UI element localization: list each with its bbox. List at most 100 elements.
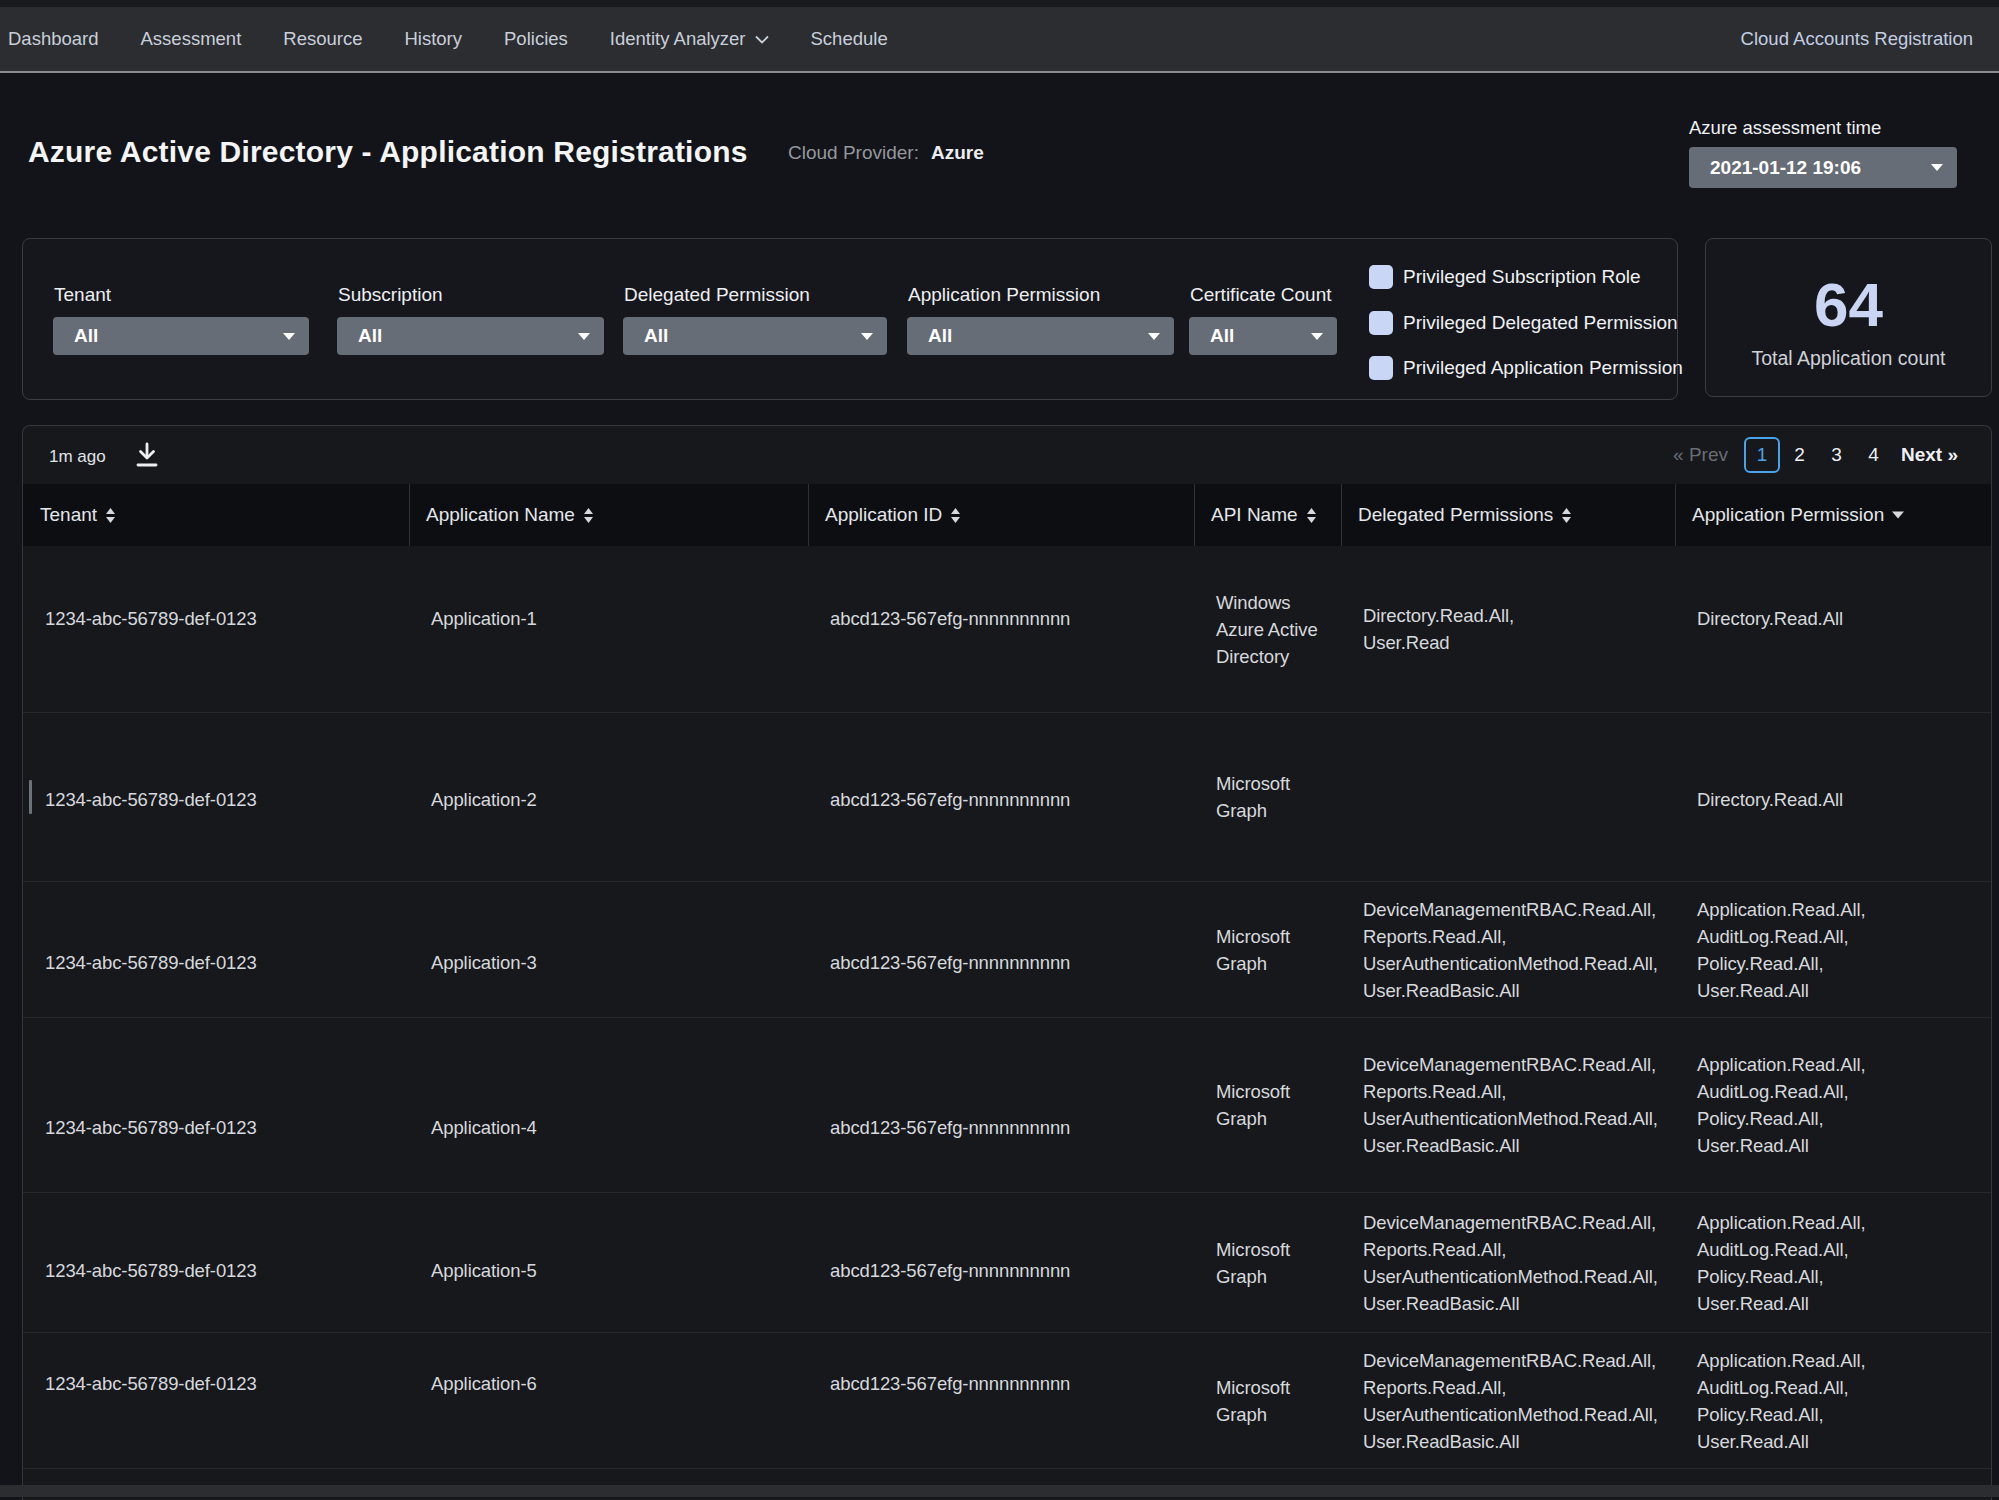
- checkbox-row-privileged-delegated-permission: Privileged Delegated Permission: [1369, 311, 1678, 335]
- total-count-caption: Total Application count: [1706, 347, 1991, 370]
- cell-app-name: Application-1: [409, 546, 808, 712]
- nav-item-dashboard[interactable]: Dashboard: [8, 28, 99, 50]
- cell-app-permission: Directory.Read.All: [1675, 546, 1991, 712]
- cell-delegated: DeviceManagementRBAC.Read.All, Reports.R…: [1341, 882, 1675, 1017]
- filter-label: Subscription: [338, 284, 443, 306]
- sort-icon: [105, 508, 116, 523]
- cell-api-name: Microsoft Graph: [1194, 1333, 1341, 1468]
- column-header-label: Delegated Permissions: [1358, 504, 1553, 526]
- cell-tenant: 1234-abc-56789-def-0123: [23, 1333, 409, 1468]
- cell-text: abcd123-567efg-nnnnnnnnnn: [830, 1257, 1070, 1284]
- cell-app-permission: Application.Read.All, AuditLog.Read.All,…: [1675, 1018, 1991, 1192]
- table-row-application-4: 1234-abc-56789-def-0123 Application-4 abcd…: [23, 1018, 1991, 1193]
- filter-label: Application Permission: [908, 284, 1100, 306]
- pagination-page-3[interactable]: 3: [1818, 444, 1855, 466]
- pagination-next[interactable]: Next »: [1901, 444, 1958, 466]
- cell-text: Microsoft Graph: [1216, 1078, 1290, 1132]
- cell-text: DeviceManagementRBAC.Read.All, Reports.R…: [1363, 1051, 1658, 1159]
- cell-text: Application-3: [431, 949, 537, 976]
- nav-item-identity-analyzer[interactable]: Identity Analyzer: [610, 28, 769, 50]
- nav-item-schedule[interactable]: Schedule: [811, 28, 888, 50]
- checkbox[interactable]: [1369, 265, 1393, 289]
- table-row-application-5: 1234-abc-56789-def-0123 Application-5 abcd…: [23, 1193, 1991, 1333]
- cell-text: 1234-abc-56789-def-0123: [45, 1370, 257, 1397]
- filter-select-certificate-count[interactable]: All: [1189, 317, 1337, 355]
- filter-select-tenant[interactable]: All: [53, 317, 309, 355]
- nav-item-resource[interactable]: Resource: [283, 28, 362, 50]
- cell-app-id: abcd123-567efg-nnnnnnnnnn: [808, 1018, 1194, 1192]
- cell-tenant: 1234-abc-56789-def-0123: [23, 546, 409, 712]
- nav-item-history[interactable]: History: [404, 28, 462, 50]
- filter-select-application-permission[interactable]: All: [907, 317, 1174, 355]
- cell-app-name: Application-3: [409, 882, 808, 1017]
- cell-api-name: Microsoft Graph: [1194, 1018, 1341, 1192]
- column-header-label: Application Name: [426, 504, 575, 526]
- sort-icon: [950, 508, 961, 523]
- cell-text: Directory.Read.All: [1697, 605, 1843, 632]
- column-header-label: Application ID: [825, 504, 942, 526]
- cell-delegated: DeviceManagementRBAC.Read.All, Reports.R…: [1341, 1193, 1675, 1332]
- column-header-application-name[interactable]: Application Name: [409, 484, 808, 546]
- column-header-delegated-permissions[interactable]: Delegated Permissions: [1341, 484, 1675, 546]
- cell-text: Application-4: [431, 1114, 537, 1141]
- table-body: 1234-abc-56789-def-0123 Application-1 abcd…: [23, 546, 1991, 1469]
- cell-text: Application.Read.All, AuditLog.Read.All,…: [1697, 1051, 1866, 1159]
- nav-item-assessment[interactable]: Assessment: [141, 28, 242, 50]
- filter-select-value: All: [644, 325, 668, 347]
- cell-app-id: abcd123-567efg-nnnnnnnnnn: [808, 1333, 1194, 1468]
- cell-app-permission: Directory.Read.All: [1675, 713, 1991, 881]
- pagination-page-4[interactable]: 4: [1855, 444, 1892, 466]
- checkbox-row-privileged-subscription-role: Privileged Subscription Role: [1369, 265, 1641, 289]
- table-row-application-1: 1234-abc-56789-def-0123Application-1abcd…: [23, 546, 1991, 713]
- checkbox-label: Privileged Subscription Role: [1403, 266, 1641, 288]
- checkbox[interactable]: [1369, 356, 1393, 380]
- window-top-strip: [0, 0, 1999, 7]
- column-header-tenant[interactable]: Tenant: [23, 484, 409, 546]
- cell-delegated: DeviceManagementRBAC.Read.All, Reports.R…: [1341, 1333, 1675, 1468]
- filter-group-tenant: TenantAll: [53, 317, 309, 355]
- column-header-api-name[interactable]: API Name: [1194, 484, 1341, 546]
- filter-select-subscription[interactable]: All: [337, 317, 604, 355]
- pagination-prev[interactable]: « Prev: [1673, 444, 1728, 466]
- checkbox[interactable]: [1369, 311, 1393, 335]
- download-icon[interactable]: [133, 442, 161, 474]
- column-header-application-id[interactable]: Application ID: [808, 484, 1194, 546]
- nav-link-cloud-accounts-registration[interactable]: Cloud Accounts Registration: [1741, 28, 1973, 50]
- column-header-application-permission[interactable]: Application Permission: [1675, 484, 1991, 546]
- cell-text: Directory.Read.All, User.Read: [1363, 602, 1514, 656]
- pagination-page-2[interactable]: 2: [1781, 444, 1818, 466]
- pagination-page-1[interactable]: 1: [1744, 437, 1780, 473]
- cloud-provider-label: Cloud Provider:: [788, 142, 919, 163]
- filter-select-value: All: [1210, 325, 1234, 347]
- sort-icon: [1306, 508, 1317, 523]
- cell-tenant: 1234-abc-56789-def-0123: [23, 882, 409, 1017]
- cell-text: Application.Read.All, AuditLog.Read.All,…: [1697, 1209, 1866, 1317]
- table-toolbar: 1m ago « Prev1234Next »: [23, 426, 1991, 484]
- filter-group-subscription: SubscriptionAll: [337, 317, 604, 355]
- cell-text: Application-1: [431, 605, 537, 632]
- filter-label: Tenant: [54, 284, 111, 306]
- cell-tenant: 1234-abc-56789-def-0123: [23, 1018, 409, 1192]
- table-row-application-6: 1234-abc-56789-def-0123 Application-6 abcd…: [23, 1333, 1991, 1469]
- column-header-label: Application Permission: [1692, 504, 1884, 526]
- filter-label: Certificate Count: [1190, 284, 1332, 306]
- cell-text: 1234-abc-56789-def-0123: [45, 1114, 257, 1141]
- cell-app-permission: Application.Read.All, AuditLog.Read.All,…: [1675, 1333, 1991, 1468]
- horizontal-scrollbar[interactable]: [0, 1485, 1999, 1497]
- caret-down-icon: [578, 333, 590, 340]
- filter-select-delegated-permission[interactable]: All: [623, 317, 887, 355]
- caret-down-icon: [1931, 164, 1943, 171]
- nav-item-policies[interactable]: Policies: [504, 28, 568, 50]
- assessment-time-select[interactable]: 2021-01-12 19:06: [1689, 147, 1957, 188]
- checkbox-label: Privileged Delegated Permission: [1403, 312, 1678, 334]
- cloud-provider: Cloud Provider:Azure: [788, 142, 984, 164]
- cell-text: Application-6: [431, 1370, 537, 1397]
- applications-table-panel: 1m ago « Prev1234Next » TenantApplicatio…: [22, 425, 1992, 1500]
- page-body: Azure Active Directory - Application Reg…: [0, 0, 1999, 1500]
- cell-app-permission: Application.Read.All, AuditLog.Read.All,…: [1675, 882, 1991, 1017]
- caret-down-icon: [1148, 333, 1160, 340]
- cell-text: Application-5: [431, 1257, 537, 1284]
- cell-text: Application-2: [431, 786, 537, 813]
- cell-tenant: 1234-abc-56789-def-0123: [23, 1193, 409, 1332]
- table-row-application-2: 1234-abc-56789-def-0123Application-2abcd…: [23, 713, 1991, 882]
